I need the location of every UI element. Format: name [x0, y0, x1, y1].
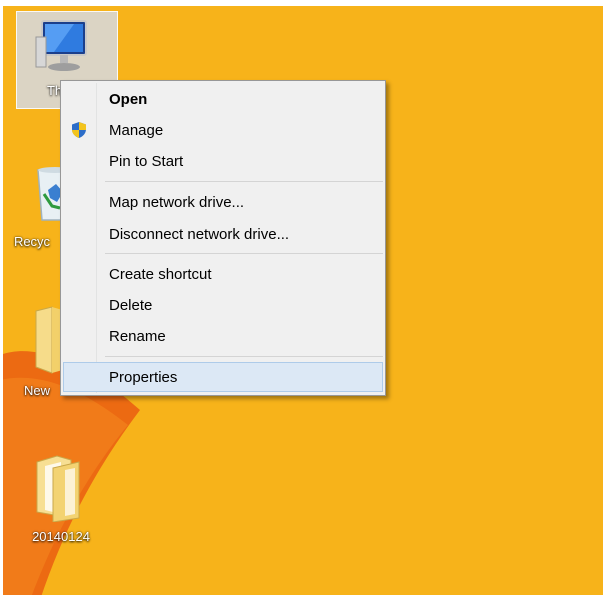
menu-separator [105, 181, 383, 182]
computer-icon [35, 20, 87, 71]
menu-item-open-label: Open [109, 91, 148, 108]
menu-item-properties-label: Properties [109, 369, 178, 386]
desktop[interactable]: Thi Recyc New 20140124 Open Manage Pin t… [0, 0, 606, 603]
menu-item-delete-label: Delete [109, 297, 153, 314]
menu-item-create-shortcut-label: Create shortcut [109, 266, 212, 283]
menu-item-create-shortcut[interactable]: Create shortcut [63, 259, 383, 289]
menu-separator [105, 356, 383, 357]
folder-20140124-desktop-icon[interactable]: 20140124 [11, 450, 111, 546]
context-menu[interactable]: Open Manage Pin to Start Map network dri… [60, 80, 386, 396]
menu-separator [105, 253, 383, 254]
menu-item-map-network-drive-label: Map network drive... [109, 194, 245, 211]
menu-item-rename-label: Rename [109, 328, 166, 345]
folder-icon [36, 455, 80, 522]
menu-item-manage[interactable]: Manage [63, 115, 383, 145]
image-border-left [0, 0, 3, 603]
menu-item-rename[interactable]: Rename [63, 321, 383, 351]
menu-item-disconnect-network-drive-label: Disconnect network drive... [109, 226, 290, 243]
menu-item-disconnect-network-drive[interactable]: Disconnect network drive... [63, 219, 383, 249]
menu-item-manage-label: Manage [109, 122, 164, 139]
image-border-top [0, 0, 606, 6]
menu-item-pin-to-start-label: Pin to Start [109, 153, 184, 170]
menu-item-pin-to-start[interactable]: Pin to Start [63, 146, 383, 176]
menu-item-map-network-drive[interactable]: Map network drive... [63, 187, 383, 217]
menu-item-open[interactable]: Open [63, 84, 383, 114]
uac-shield-icon [72, 122, 86, 138]
menu-item-delete[interactable]: Delete [63, 290, 383, 320]
image-border-bottom [0, 595, 606, 603]
menu-item-properties[interactable]: Properties [63, 362, 383, 392]
folder-20140124-label: 20140124 [32, 529, 90, 544]
